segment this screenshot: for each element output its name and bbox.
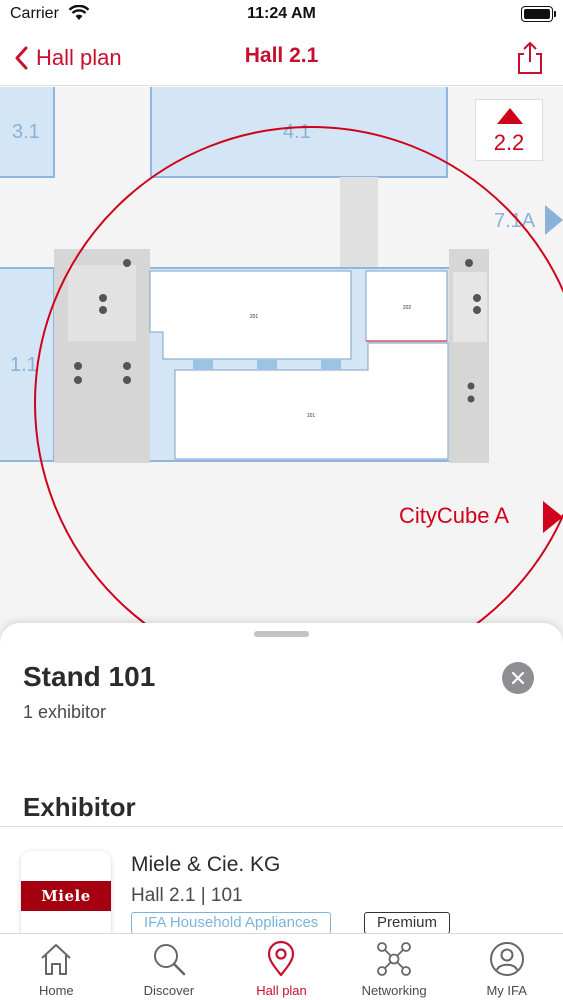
- stand-201-label: 201: [250, 314, 259, 320]
- hall-2-2-button[interactable]: 2.2: [475, 99, 543, 161]
- category-tag: IFA Household Appliances: [131, 912, 332, 934]
- search-icon: [153, 944, 186, 976]
- stand-title: Stand 101: [23, 661, 156, 692]
- info-icon: [74, 362, 82, 370]
- hall-1-1-label: 1.1: [10, 354, 38, 376]
- network-icon: [377, 942, 411, 976]
- info-icon: [467, 382, 475, 390]
- stand-202-label: 202: [403, 305, 412, 311]
- arrow-right-icon[interactable]: [545, 205, 563, 235]
- exhibitor-count: 1 exhibitor: [23, 702, 107, 722]
- hall-3-1-label: 3.1: [12, 121, 40, 143]
- tab-discover[interactable]: Discover: [113, 934, 226, 1000]
- info-icon: [465, 259, 473, 267]
- back-label: Hall plan: [36, 45, 122, 70]
- tab-home[interactable]: Home: [0, 934, 113, 1000]
- sheet-handle[interactable]: [254, 631, 309, 637]
- close-button[interactable]: [502, 662, 534, 694]
- info-icon: [123, 259, 131, 267]
- premium-badge: Premium: [364, 912, 451, 934]
- tab-hall-plan-label: Hall plan: [256, 983, 307, 998]
- hall-4-1-label: 4.1: [283, 121, 311, 143]
- exhibitor-list-item[interactable]: Miele Miele & Cie. KG Hall 2.1 | 101 IFA…: [0, 828, 563, 943]
- info-icon: [99, 294, 107, 302]
- battery-icon: [521, 6, 556, 22]
- info-icon: [467, 395, 475, 403]
- tab-networking[interactable]: Networking: [338, 934, 451, 1000]
- home-icon: [41, 944, 71, 975]
- divider: [0, 826, 563, 827]
- triangle-up-icon: [497, 108, 523, 124]
- service-area-right-inner: [453, 272, 487, 342]
- exhibitor-logo: Miele: [21, 851, 111, 941]
- pillar: [193, 360, 213, 370]
- pillar: [321, 360, 341, 370]
- tab-networking-label: Networking: [361, 983, 427, 998]
- hall-7-1a-label[interactable]: 7.1A: [494, 210, 536, 232]
- status-time: 11:24 AM: [247, 5, 316, 22]
- hall-2-2-label: 2.2: [493, 130, 525, 155]
- info-icon: [99, 306, 107, 314]
- exhibitor-name: Miele & Cie. KG: [131, 853, 281, 876]
- chevron-left-icon: [15, 46, 28, 70]
- info-icon: [123, 376, 131, 384]
- map-pin-icon: [268, 940, 295, 977]
- info-icon: [473, 306, 481, 314]
- corridor: [340, 177, 378, 269]
- miele-logo: Miele: [21, 881, 111, 911]
- tab-bar: Home Discover Hall plan Networking My IF…: [0, 933, 563, 1000]
- tab-hall-plan[interactable]: Hall plan: [225, 934, 338, 1000]
- tab-my-ifa[interactable]: My IFA: [450, 934, 563, 1000]
- citycube-a-label[interactable]: CityCube A: [399, 503, 509, 528]
- tab-my-ifa-label: My IFA: [486, 983, 527, 998]
- share-icon[interactable]: [515, 40, 545, 76]
- info-icon: [74, 376, 82, 384]
- hall-map-canvas[interactable]: 201 202 101 3.1 4.1 1.1 7.1A CityCube A: [0, 87, 563, 647]
- navigation-bar: Hall plan Hall 2.1: [0, 30, 563, 86]
- pillar: [257, 360, 277, 370]
- section-title-exhibitor: Exhibitor: [23, 792, 136, 822]
- close-icon: [511, 671, 525, 685]
- stand-101-label: 101: [307, 413, 316, 419]
- hall-map[interactable]: 201 202 101 3.1 4.1 1.1 7.1A CityCube A …: [0, 87, 563, 647]
- service-area-left-inner: [68, 265, 136, 341]
- status-bar: Carrier 11:24 AM: [0, 0, 563, 30]
- arrow-right-icon[interactable]: [543, 501, 563, 533]
- info-icon: [473, 294, 481, 302]
- exhibitor-location: Hall 2.1 | 101: [131, 885, 243, 906]
- info-icon: [123, 362, 131, 370]
- tab-discover-label: Discover: [143, 983, 195, 998]
- user-icon: [489, 942, 524, 976]
- back-button[interactable]: Hall plan: [14, 40, 122, 76]
- tab-home-label: Home: [38, 983, 74, 998]
- stand-detail-sheet: Stand 101 1 exhibitor Exhibitor Miele Mi…: [0, 623, 563, 943]
